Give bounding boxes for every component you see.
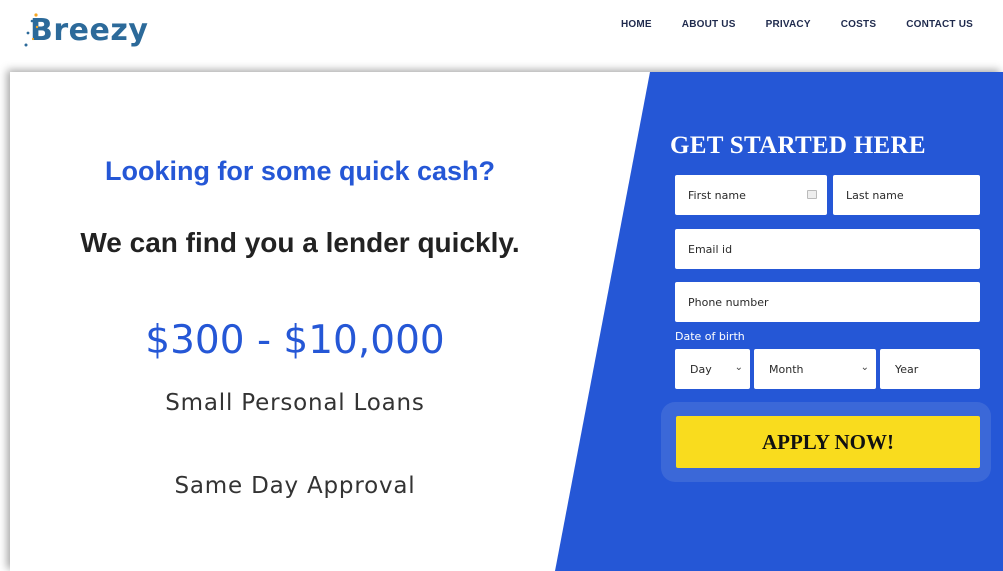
month-select[interactable]: Month ⌄ — [754, 349, 876, 389]
year-placeholder: Year — [895, 362, 919, 376]
nav-privacy[interactable]: PRIVACY — [766, 19, 811, 30]
chevron-down-icon: ⌄ — [860, 362, 869, 373]
hero-question: Looking for some quick cash? — [104, 156, 496, 186]
hero-lender-line: We can find you a lender quickly. — [80, 227, 520, 258]
hero-section: Looking for some quick cash? We can find… — [10, 72, 1003, 571]
nav-contact-us[interactable]: CONTACT US — [906, 19, 973, 30]
brand-logo[interactable]: Breezy — [24, 8, 149, 52]
chevron-down-icon: ⌄ — [734, 362, 743, 373]
site-header: Breezy HOME ABOUT US PRIVACY COSTS CONTA… — [0, 0, 1003, 66]
phone-placeholder: Phone number — [688, 295, 769, 309]
dob-label: Date of birth — [675, 330, 745, 343]
first-name-field[interactable]: First name — [675, 175, 827, 215]
form-title: GET STARTED HERE — [670, 132, 926, 159]
phone-field[interactable]: Phone number — [675, 282, 980, 322]
hero-copy: Looking for some quick cash? We can find… — [10, 72, 590, 571]
year-field[interactable]: Year — [880, 349, 980, 389]
main-nav: HOME ABOUT US PRIVACY COSTS CONTACT US — [621, 19, 973, 30]
day-select-value: Day — [690, 362, 712, 376]
contact-card-icon — [807, 190, 817, 199]
logo-dots-icon — [24, 13, 39, 47]
loan-type-text: Small Personal Loans — [165, 390, 425, 416]
month-select-value: Month — [769, 362, 804, 376]
nav-home[interactable]: HOME — [621, 19, 652, 30]
apply-now-button[interactable]: APPLY NOW! — [676, 416, 980, 468]
day-select[interactable]: Day ⌄ — [675, 349, 750, 389]
email-placeholder: Email id — [688, 242, 733, 256]
first-name-placeholder: First name — [688, 188, 746, 202]
loan-amount-range: $300 - $10,000 — [145, 318, 445, 363]
email-field[interactable]: Email id — [675, 229, 980, 269]
nav-costs[interactable]: COSTS — [841, 19, 876, 30]
last-name-field[interactable]: Last name — [833, 175, 980, 215]
approval-text: Same Day Approval — [174, 473, 416, 499]
nav-about-us[interactable]: ABOUT US — [682, 19, 736, 30]
last-name-placeholder: Last name — [846, 188, 904, 202]
logo-text: Breezy — [30, 12, 149, 48]
